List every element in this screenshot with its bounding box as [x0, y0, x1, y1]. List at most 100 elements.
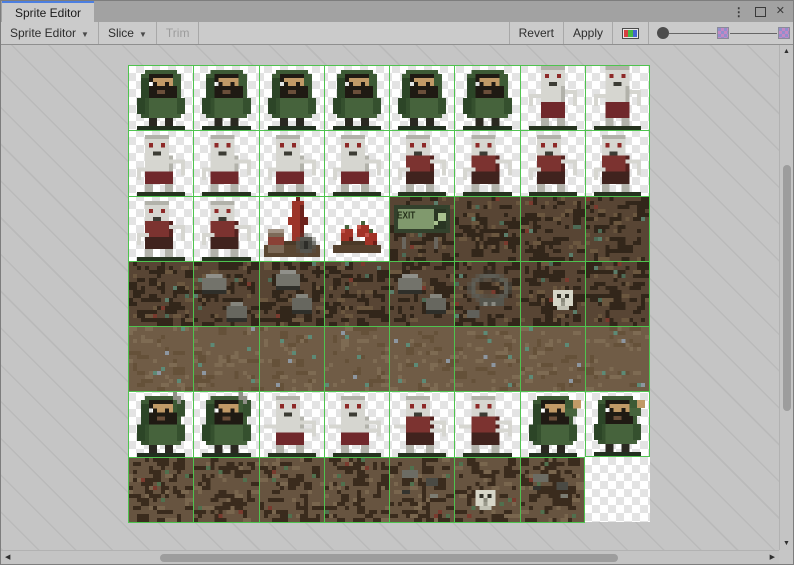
sprite-slice-zombie-white-stand[interactable] — [585, 65, 650, 130]
sprite-slice-survivor-attack[interactable] — [128, 391, 193, 456]
apply-button[interactable]: Apply — [564, 22, 613, 44]
sprite-slice-survivor-idle[interactable] — [389, 65, 454, 130]
sprite-slice-survivor-idle[interactable] — [259, 65, 324, 130]
sprite-slice-survivor-idle[interactable] — [128, 65, 193, 130]
texture-empty-cell — [585, 457, 650, 523]
sprite-slice-zombie-white-stand[interactable] — [520, 65, 585, 130]
rgb-toggle-button[interactable] — [613, 22, 649, 44]
sprite-slice-zombie-white-hunch[interactable] — [259, 130, 324, 195]
sprite-slice-dirt-dark[interactable] — [585, 196, 650, 261]
sprite-slice-dirt-plain[interactable] — [259, 326, 324, 391]
sprite-pixels-zombie-white-hunch — [325, 131, 389, 195]
toolbar-spacer — [199, 22, 508, 44]
trim-button[interactable]: Trim — [157, 22, 200, 44]
sprite-slice-dirt-rocks[interactable] — [193, 261, 258, 326]
sprite-slice-dirt-rocks[interactable] — [389, 261, 454, 326]
sprite-slice-zombie-red-attack[interactable] — [389, 391, 454, 456]
sprite-slice-zombie-red-hunch[interactable] — [193, 196, 258, 261]
sprite-pixels-zombie-red-hunch — [194, 197, 258, 261]
trim-button-label: Trim — [166, 26, 190, 40]
sprite-slice-zombie-white-attack[interactable] — [259, 391, 324, 456]
scroll-up-arrow[interactable]: ▲ — [783, 48, 790, 55]
slice-dropdown[interactable]: Slice ▼ — [99, 22, 157, 44]
mip-slider[interactable] — [657, 22, 791, 44]
sprite-slice-dirt-dark[interactable] — [585, 261, 650, 326]
sprite-slice-dirt-rocks[interactable] — [259, 261, 324, 326]
sprite-slice-dirt-plain[interactable] — [128, 326, 193, 391]
sprite-pixels-survivor-attack — [129, 392, 193, 456]
tab-sprite-editor[interactable]: Sprite Editor — [2, 1, 94, 22]
close-icon[interactable]: ✕ — [776, 6, 785, 17]
horizontal-scrollbar[interactable]: ◀ ▶ — [1, 550, 779, 564]
scroll-left-arrow[interactable]: ◀ — [5, 554, 10, 561]
sprite-slice-dirt-plain[interactable] — [585, 326, 650, 391]
sprite-pixels-dirt-rocks — [194, 262, 258, 326]
sprite-slice-dirt-plain[interactable] — [193, 326, 258, 391]
sprite-slice-dirt-mottled[interactable] — [128, 457, 193, 523]
sprite-slice-zombie-red-hunch[interactable] — [454, 130, 519, 195]
sprite-slice-zombie-white-hunch[interactable] — [193, 130, 258, 195]
scrollbar-corner — [779, 550, 793, 564]
sprite-slice-dirt-dark[interactable] — [454, 196, 519, 261]
sprite-slice-zombie-white-attack[interactable] — [324, 391, 389, 456]
mip-slider-knob[interactable] — [657, 27, 669, 39]
scroll-right-arrow[interactable]: ▶ — [770, 554, 775, 561]
sprite-slice-apples[interactable] — [324, 196, 389, 261]
sprite-slice-zombie-red-hunch[interactable] — [389, 130, 454, 195]
sprite-slice-zombie-red-attack[interactable] — [454, 391, 519, 456]
kebab-menu-icon[interactable]: ⋮ — [733, 6, 745, 18]
scroll-down-arrow[interactable]: ▼ — [783, 540, 790, 547]
sprite-slice-zombie-red-hunch[interactable] — [128, 196, 193, 261]
sprite-pixels-dirt-skull-light — [455, 458, 519, 522]
sprite-slice-dirt-mottled[interactable] — [324, 457, 389, 523]
sprite-slice-hydrant-debris[interactable] — [259, 196, 324, 261]
maximize-icon[interactable] — [755, 7, 766, 17]
sprite-pixels-zombie-white-hunch — [260, 131, 324, 195]
sprite-pixels-survivor-idle — [325, 66, 389, 130]
vertical-scroll-thumb[interactable] — [783, 165, 791, 411]
sprite-editor-dropdown[interactable]: Sprite Editor ▼ — [1, 22, 99, 44]
sprite-slice-dirt-plain[interactable] — [389, 326, 454, 391]
sprite-pixels-survivor-idle — [194, 66, 258, 130]
sprite-slice-dirt-plain[interactable] — [520, 326, 585, 391]
sprite-pixels-dirt-plain — [260, 327, 324, 391]
sprite-pixels-zombie-white-stand — [521, 66, 585, 130]
horizontal-scroll-thumb[interactable] — [160, 554, 618, 562]
sprite-slice-dirt-plain[interactable] — [454, 326, 519, 391]
sprite-slice-dirt-tire[interactable] — [454, 261, 519, 326]
sprite-slice-survivor-idle[interactable] — [324, 65, 389, 130]
sprite-slice-zombie-white-hunch[interactable] — [324, 130, 389, 195]
sprite-pixels-exit-sign — [390, 197, 454, 261]
sprite-slice-survivor-idle2[interactable] — [520, 391, 585, 456]
sprite-pixels-survivor-idle — [129, 66, 193, 130]
sprite-slice-dirt-dark[interactable] — [324, 261, 389, 326]
sprite-pixels-survivor-idle2 — [586, 392, 649, 455]
sprite-slice-zombie-white-hunch[interactable] — [128, 130, 193, 195]
sprite-slice-survivor-idle[interactable] — [454, 65, 519, 130]
vertical-scrollbar[interactable]: ▲ ▼ — [779, 45, 793, 550]
sprite-slice-dirt-dark[interactable] — [128, 261, 193, 326]
sprite-slice-dirt-plain[interactable] — [324, 326, 389, 391]
chevron-down-icon: ▼ — [139, 30, 147, 39]
sprite-slice-survivor-attack[interactable] — [193, 391, 258, 456]
sprite-canvas-viewport[interactable]: EXIT — [1, 45, 779, 550]
sprite-slice-zombie-red-hunch[interactable] — [520, 130, 585, 195]
revert-button[interactable]: Revert — [509, 22, 564, 44]
sprite-pixels-dirt-mottled — [325, 458, 389, 522]
revert-button-label: Revert — [519, 26, 554, 40]
sprite-slice-dirt-skull-light[interactable] — [454, 457, 519, 523]
sprite-slice-dirt-mottled[interactable] — [193, 457, 258, 523]
sprite-slice-exit-sign[interactable]: EXIT — [389, 196, 454, 261]
texture-grid[interactable]: EXIT — [128, 65, 650, 522]
sprite-pixels-dirt-debris — [390, 458, 454, 522]
sprite-pixels-dirt-mottled — [194, 458, 258, 522]
sprite-pixels-zombie-red-hunch — [586, 131, 649, 195]
sprite-slice-zombie-red-hunch[interactable] — [585, 130, 650, 195]
sprite-slice-dirt-dark[interactable] — [520, 196, 585, 261]
sprite-slice-survivor-idle[interactable] — [193, 65, 258, 130]
sprite-slice-dirt-debris[interactable] — [520, 457, 585, 523]
sprite-slice-survivor-idle2[interactable] — [585, 391, 650, 456]
sprite-slice-dirt-skull[interactable] — [520, 261, 585, 326]
sprite-slice-dirt-debris[interactable] — [389, 457, 454, 523]
sprite-slice-dirt-mottled[interactable] — [259, 457, 324, 523]
